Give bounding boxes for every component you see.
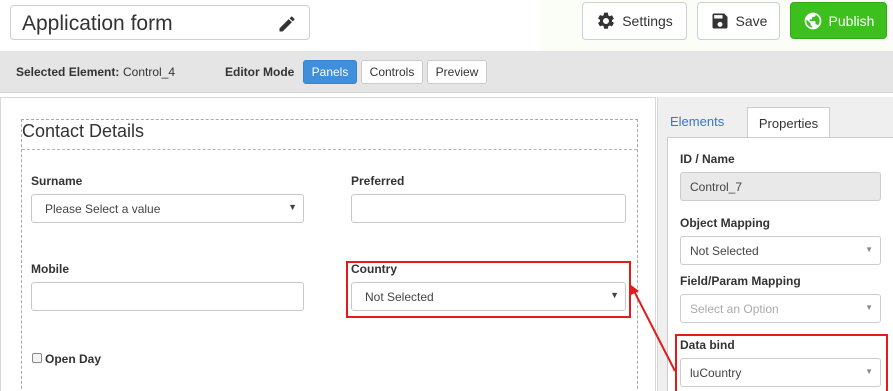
editor-mode-label: Editor Mode: [225, 65, 295, 79]
settings-label: Settings: [622, 13, 673, 29]
form-canvas: Contact Details: [0, 97, 656, 391]
selected-element-value: Control_4: [123, 65, 176, 79]
tab-properties[interactable]: Properties: [747, 107, 830, 138]
field-param-mapping-label: Field/Param Mapping: [680, 274, 801, 288]
panel-title: Contact Details: [22, 121, 145, 141]
object-mapping-value: Not Selected: [690, 244, 759, 258]
top-bar: Application form Settings Save Publish: [0, 0, 893, 51]
mode-controls-button[interactable]: Controls: [361, 60, 423, 84]
selected-element-label: Selected Element:: [16, 65, 120, 79]
preferred-label: Preferred: [351, 174, 405, 188]
caret-down-icon: ▼: [865, 245, 873, 254]
object-mapping-select[interactable]: Not Selected ▼: [680, 236, 881, 265]
save-label: Save: [735, 13, 768, 29]
id-name-field[interactable]: Control_7: [680, 172, 881, 201]
publish-button[interactable]: Publish: [790, 2, 887, 39]
panel-divider: [22, 149, 637, 150]
mobile-label: Mobile: [31, 262, 69, 276]
open-day-checkbox[interactable]: [32, 353, 42, 363]
tab-elements[interactable]: Elements: [670, 114, 724, 129]
caret-down-icon: ▼: [288, 202, 297, 212]
object-mapping-label: Object Mapping: [680, 216, 770, 230]
floppy-disk-icon: [712, 13, 728, 29]
surname-select[interactable]: Please Select a value ▼: [31, 194, 304, 223]
id-name-value: Control_7: [690, 180, 743, 194]
data-bind-highlight-box: [675, 334, 888, 391]
country-highlight-box: [346, 261, 631, 318]
gear-icon: [598, 12, 615, 29]
mobile-input[interactable]: [31, 282, 304, 311]
caret-down-icon: ▼: [865, 303, 873, 312]
save-button[interactable]: Save: [697, 2, 780, 40]
field-param-mapping-select[interactable]: Select an Option ▼: [680, 294, 881, 323]
mode-preview-button[interactable]: Preview: [427, 60, 487, 84]
field-param-mapping-placeholder: Select an Option: [690, 302, 779, 316]
publish-label: Publish: [828, 12, 875, 29]
surname-select-value: Please Select a value: [45, 202, 161, 216]
form-title-text: Application form: [22, 12, 173, 35]
id-name-label: ID / Name: [680, 152, 735, 166]
globe-icon: [804, 12, 821, 29]
contact-details-panel[interactable]: Contact Details: [21, 119, 638, 391]
annotation-arrow-icon: [631, 285, 676, 372]
settings-button[interactable]: Settings: [582, 2, 687, 40]
open-day-label: Open Day: [45, 352, 102, 366]
mode-panels-button[interactable]: Panels: [303, 60, 357, 84]
surname-label: Surname: [31, 174, 83, 188]
preferred-input[interactable]: [351, 194, 626, 223]
pencil-icon[interactable]: [277, 14, 297, 34]
form-title-field[interactable]: Application form: [10, 5, 310, 40]
editor-toolbar: Selected Element: Control_4 Editor Mode …: [0, 51, 893, 93]
